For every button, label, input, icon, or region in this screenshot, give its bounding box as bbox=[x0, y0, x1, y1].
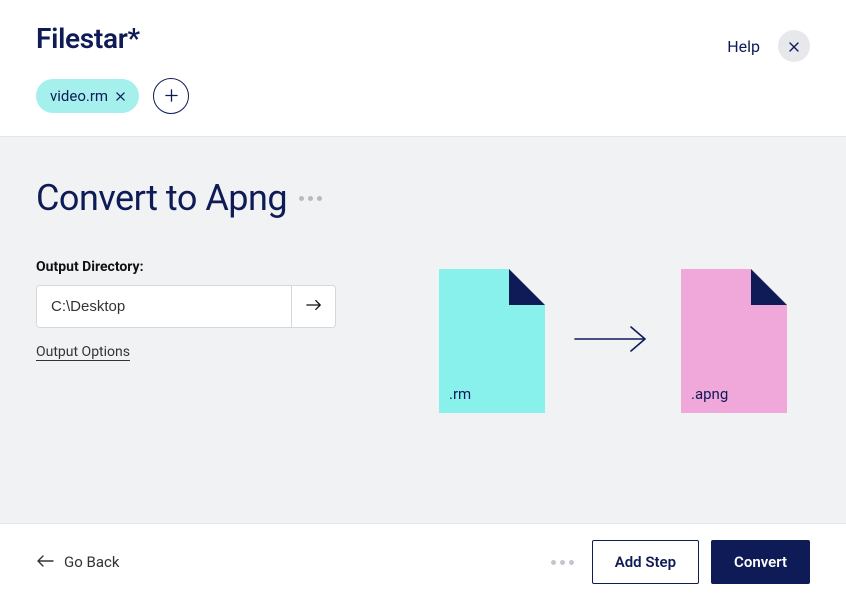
remove-file-icon[interactable] bbox=[116, 87, 125, 105]
plus-icon bbox=[165, 87, 178, 106]
target-file-ext: .apng bbox=[691, 385, 728, 403]
more-actions-button[interactable] bbox=[551, 560, 574, 565]
more-options-icon[interactable] bbox=[299, 196, 322, 201]
conversion-illustration: .rm .apng bbox=[416, 177, 810, 503]
source-file-ext: .rm bbox=[449, 385, 471, 403]
arrow-right-icon bbox=[573, 324, 653, 358]
close-icon bbox=[789, 37, 799, 56]
arrow-right-icon bbox=[306, 297, 322, 316]
browse-directory-button[interactable] bbox=[291, 286, 335, 327]
file-chip-label: video.rm bbox=[50, 87, 108, 105]
go-back-label: Go Back bbox=[64, 553, 119, 571]
output-options-link[interactable]: Output Options bbox=[36, 344, 130, 360]
close-button[interactable] bbox=[778, 30, 810, 62]
convert-button[interactable]: Convert bbox=[711, 540, 810, 584]
file-chip[interactable]: video.rm bbox=[36, 79, 139, 113]
output-directory-label: Output Directory: bbox=[36, 259, 376, 275]
output-directory-input[interactable] bbox=[37, 286, 291, 327]
help-link[interactable]: Help bbox=[727, 37, 760, 56]
page-title: Convert to Apng bbox=[36, 177, 287, 219]
app-brand: Filestar* bbox=[36, 22, 140, 55]
go-back-button[interactable]: Go Back bbox=[36, 553, 119, 571]
add-step-button[interactable]: Add Step bbox=[592, 540, 699, 584]
add-file-button[interactable] bbox=[153, 78, 189, 114]
arrow-left-icon bbox=[36, 553, 54, 571]
